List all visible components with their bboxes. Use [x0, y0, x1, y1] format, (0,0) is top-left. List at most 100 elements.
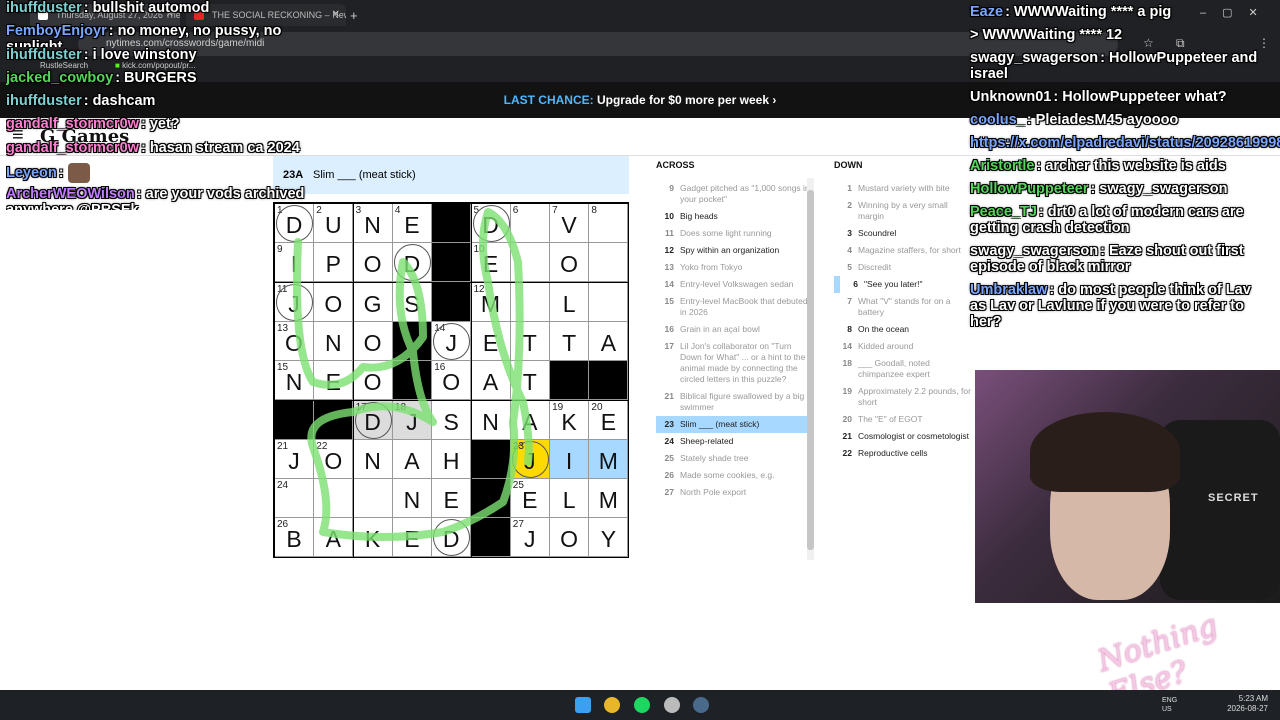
down-clue-4[interactable]: 4 Magazine staffers, for short [834, 242, 974, 259]
clue-text: Made some cookies, e.g. [680, 470, 775, 480]
clue-number: 9 [669, 183, 674, 193]
down-clue-6[interactable]: 6 "See you later!" [834, 276, 974, 293]
screen: Thursday, August 27, 2026 The ✕ THE SOCI… [0, 0, 1280, 720]
down-clue-3[interactable]: 3 Scoundrel [834, 225, 974, 242]
drawn-path-overlay [293, 208, 533, 541]
chat-text: i love winstony [92, 46, 197, 63]
clock-date: 2026-08-27 [1227, 704, 1268, 713]
clue-text: On the ocean [858, 324, 910, 334]
chat-username: gandalf_stormcr0w [6, 116, 139, 133]
down-clue-14[interactable]: 14 Kidded around [834, 338, 974, 355]
across-clue-12[interactable]: 12 Spy within an organization [656, 242, 811, 259]
chat-text: BURGERS [124, 69, 197, 86]
obs-icon[interactable] [664, 697, 680, 713]
chat-overlay-right: Eaze: WWWWaiting **** a pig > WWWWaiting … [970, 4, 1280, 337]
across-clue-list: ACROSS 9 Gadget pitched as "1,000 songs i… [656, 156, 811, 501]
down-clue-19[interactable]: 19 Approximately 2.2 pounds, for short [834, 383, 974, 411]
down-clue-21[interactable]: 21 Cosmologist or cosmetologist [834, 428, 974, 445]
chat-message: ihuffduster: bullshit automod [6, 0, 306, 23]
chat-message: FemboyEnjoyr: no money, no pussy, no sun… [6, 23, 306, 46]
chat-message: HollowPuppeteer: swagy_swagerson [970, 181, 1270, 197]
down-clue-22[interactable]: 22 Reproductive cells [834, 445, 974, 462]
chrome-icon[interactable] [604, 697, 620, 713]
chat-username: ihuffduster [6, 0, 82, 16]
chat-username: ihuffduster [6, 93, 82, 110]
across-clue-21[interactable]: 21 Biblical figure swallowed by a big swi… [656, 388, 811, 416]
clue-text: Grain in an açaí bowl [680, 324, 760, 334]
clue-number: 25 [664, 453, 674, 463]
new-tab-button[interactable]: + [350, 8, 358, 23]
chat-message: ihuffduster: dashcam [6, 93, 306, 116]
across-heading: ACROSS [656, 160, 695, 170]
across-clue-16[interactable]: 16 Grain in an açaí bowl [656, 321, 811, 338]
clue-text: Big heads [680, 211, 718, 221]
across-clue-15[interactable]: 15 Entry-level MacBook that debuted in 20… [656, 293, 811, 321]
chat-username: Aristortle [970, 158, 1035, 174]
chat-username: FemboyEnjoyr [6, 23, 107, 40]
chat-text: bullshit automod [92, 0, 210, 16]
down-clue-5[interactable]: 5 Discredit [834, 259, 974, 276]
clue-number: 1 [847, 183, 852, 193]
chat-separator: : [140, 116, 150, 133]
clue-number: 21 [664, 391, 674, 401]
clue-text: "See you later!" [864, 279, 923, 289]
clue-number: 12 [664, 245, 674, 255]
language-indicator[interactable]: ENG US [1162, 696, 1182, 714]
chair-brand-logo: SECRET [1208, 492, 1259, 504]
across-clues: 9 Gadget pitched as "1,000 songs in your … [656, 180, 811, 501]
clue-text: Cosmologist or cosmetologist [858, 431, 970, 441]
chat-separator: : [140, 139, 150, 156]
clue-number: 18 [842, 358, 852, 368]
down-clue-20[interactable]: 20 The "E" of EGOT [834, 411, 974, 428]
across-clue-25[interactable]: 25 Stately shade tree [656, 450, 811, 467]
down-clue-1[interactable]: 1 Mustard variety with bite [834, 180, 974, 197]
clue-text: Does some light running [680, 228, 772, 238]
chat-message: gandalf_stormcr0w: hasan stream ca 2024 [6, 140, 306, 163]
chat-username: ihuffduster [6, 46, 82, 63]
across-clue-27[interactable]: 27 North Pole export [656, 484, 811, 501]
close-icon[interactable]: ✕ [332, 4, 340, 26]
chat-message: Leyeon: [6, 163, 306, 186]
across-clue-24[interactable]: 24 Sheep-related [656, 433, 811, 450]
chat-message: swagy_swagerson: Eaze shout out first ep… [970, 243, 1270, 275]
across-clue-17[interactable]: 17 Lil Jon's collaborator on "Turn Down f… [656, 338, 811, 388]
across-clue-13[interactable]: 13 Yoko from Tokyo [656, 259, 811, 276]
across-clue-23[interactable]: 23 Slim ___ (meat stick) [656, 416, 811, 433]
chat-separator: : [83, 46, 93, 63]
chat-message: swagy_swagerson: HollowPuppeteer and isr… [970, 50, 1270, 82]
active-clue-bar: 23A Slim ___ (meat stick) [273, 156, 629, 194]
chat-message: > WWWWaiting **** 12 [970, 27, 1270, 43]
across-clue-10[interactable]: 10 Big heads [656, 208, 811, 225]
chat-text: swagy_swagerson [1099, 181, 1228, 197]
chat-message: Aristortle: archer this website is aids [970, 158, 1270, 174]
clue-number: 22 [842, 448, 852, 458]
across-clue-14[interactable]: 14 Entry-level Volkswagen sedan [656, 276, 811, 293]
taskbar-clock[interactable]: 5:23 AM 2026-08-27 [1227, 694, 1268, 714]
clue-text: Discredit [858, 262, 892, 272]
spotify-icon[interactable] [634, 697, 650, 713]
down-clue-8[interactable]: 8 On the ocean [834, 321, 974, 338]
clue-number: 19 [842, 386, 852, 396]
across-clue-26[interactable]: 26 Made some cookies, e.g. [656, 467, 811, 484]
clue-text: Yoko from Tokyo [680, 262, 743, 272]
clue-text: Gadget pitched as "1,000 songs in your p… [680, 183, 810, 204]
chat-separator: : [1100, 50, 1110, 66]
chat-text: HollowPuppeteer what? [1062, 89, 1227, 105]
down-clue-2[interactable]: 2 Winning by a very small margin [834, 197, 974, 225]
chat-separator: : [136, 186, 146, 203]
clue-number: 21 [842, 431, 852, 441]
down-clue-18[interactable]: 18 ___ Goodall, noted chimpanzee expert [834, 355, 974, 383]
clue-number: 13 [664, 262, 674, 272]
steam-icon[interactable] [693, 697, 709, 713]
down-clue-7[interactable]: 7 What "V" stands for on a battery [834, 293, 974, 321]
chat-text: PleiadesM45 ayoooo [1035, 112, 1179, 128]
across-scrollbar-thumb[interactable] [807, 190, 814, 550]
windows-start-icon[interactable] [575, 697, 591, 713]
chat-text: WWWWaiting **** a pig [1013, 4, 1172, 20]
chat-text: https://x.com/elpadredavi/status/2092861… [970, 135, 1280, 151]
chat-separator: : [1026, 112, 1036, 128]
across-clue-9[interactable]: 9 Gadget pitched as "1,000 songs in your … [656, 180, 811, 208]
promo-text: Upgrade for $0 more per week [596, 93, 770, 107]
clue-number: 24 [664, 436, 674, 446]
across-clue-11[interactable]: 11 Does some light running [656, 225, 811, 242]
